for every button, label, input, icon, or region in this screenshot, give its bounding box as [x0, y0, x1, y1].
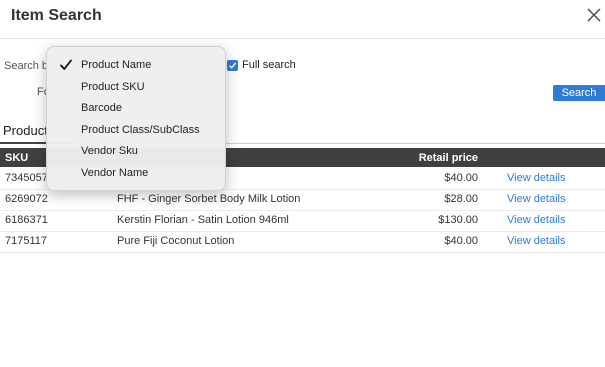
row-sku: 6186371 — [5, 214, 48, 226]
row-name: Kerstin Florian - Satin Lotion 946ml — [117, 214, 289, 226]
row-price: $40.00 — [444, 172, 478, 184]
menu-item-product-sku[interactable]: Product SKU — [81, 81, 145, 93]
menu-item-vendor-sku[interactable]: Vendor Sku — [81, 145, 138, 157]
row-price: $130.00 — [438, 214, 478, 226]
column-header-sku[interactable]: SKU — [5, 152, 28, 164]
tab-products[interactable]: Product — [3, 123, 48, 138]
checkmark-icon — [59, 58, 73, 77]
search-button[interactable]: Search — [553, 85, 605, 101]
view-details-link[interactable]: View details — [507, 172, 566, 184]
row-sku: 7345057 — [5, 172, 48, 184]
checkbox-checked-icon — [227, 59, 238, 71]
menu-item-product-name[interactable]: Product Name — [81, 59, 151, 71]
row-sku: 6269072 — [5, 193, 48, 205]
view-details-link[interactable]: View details — [507, 235, 566, 247]
table-row[interactable]: 7175117 Pure Fiji Coconut Lotion $40.00 … — [0, 231, 605, 253]
search-by-dropdown-menu[interactable]: Product Name Product SKU Barcode Product… — [46, 46, 226, 191]
row-name: FHF - Ginger Sorbet Body Milk Lotion — [117, 193, 301, 205]
close-icon[interactable] — [583, 4, 605, 26]
menu-item-product-class-subclass[interactable]: Product Class/SubClass — [81, 124, 200, 136]
full-search-label: Full search — [242, 59, 296, 71]
row-price: $28.00 — [444, 193, 478, 205]
menu-item-barcode[interactable]: Barcode — [81, 102, 122, 114]
row-price: $40.00 — [444, 235, 478, 247]
menu-item-vendor-name[interactable]: Vendor Name — [81, 167, 148, 179]
table-row[interactable]: 6269072 FHF - Ginger Sorbet Body Milk Lo… — [0, 189, 605, 211]
row-name: Pure Fiji Coconut Lotion — [117, 235, 235, 247]
dialog-header: Item Search — [0, 0, 605, 39]
view-details-link[interactable]: View details — [507, 214, 566, 226]
full-search-checkbox[interactable]: Full search — [227, 59, 296, 71]
table-row[interactable]: 6186371 Kerstin Florian - Satin Lotion 9… — [0, 210, 605, 232]
column-header-retail-price[interactable]: Retail price — [419, 152, 478, 164]
search-by-label: Search b — [4, 60, 49, 72]
view-details-link[interactable]: View details — [507, 193, 566, 205]
dialog-title: Item Search — [11, 7, 102, 24]
row-sku: 7175117 — [5, 235, 48, 247]
